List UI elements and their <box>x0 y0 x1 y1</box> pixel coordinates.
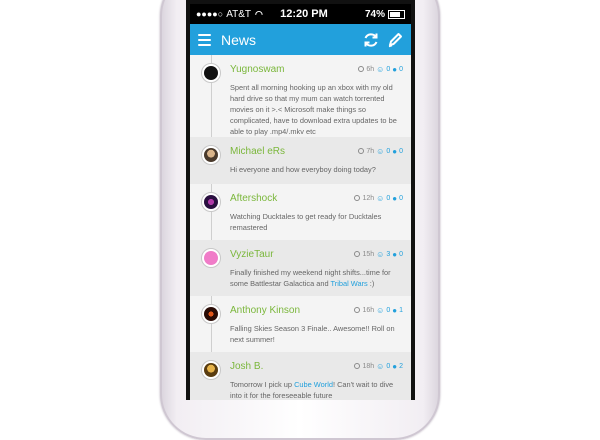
comment-count: 0 <box>399 250 403 258</box>
comment-icon[interactable]: ● <box>392 306 397 315</box>
signal-icon: ●●●●○ <box>196 9 224 19</box>
battery-percent: 74% <box>364 8 385 20</box>
comment-icon[interactable]: ● <box>392 362 397 371</box>
clock-icon <box>354 195 361 201</box>
post-meta: 18h ☺ 0 ● 2 <box>354 362 403 371</box>
avatar[interactable] <box>201 192 221 212</box>
pencil-icon[interactable] <box>387 32 403 48</box>
news-feed: Yugnoswam 6h ☺ 0 ● 0 Spent all morning h… <box>190 55 411 400</box>
comment-count: 2 <box>399 362 403 370</box>
smiley-icon[interactable]: ☺ <box>376 306 384 315</box>
smiley-icon[interactable]: ☺ <box>376 250 384 259</box>
post-username[interactable]: Michael eRs <box>230 146 358 157</box>
tribal-wars-link[interactable]: Tribal Wars <box>331 279 368 288</box>
post-meta: 15h ☺ 3 ● 0 <box>354 250 403 259</box>
post-meta: 16h ☺ 0 ● 1 <box>354 306 403 315</box>
clock-icon <box>354 251 361 257</box>
like-count: 0 <box>386 194 391 202</box>
status-bar: ●●●●○ AT&T ◠ 12:20 PM 74% <box>190 4 411 24</box>
feed-post[interactable]: Josh B. 18h ☺ 0 ● 2 Tomorrow I pick up C… <box>190 352 411 400</box>
comment-count: 0 <box>399 194 403 202</box>
post-time: 7h <box>366 147 375 155</box>
avatar[interactable] <box>201 248 221 268</box>
clock-icon <box>354 307 361 313</box>
like-count: 0 <box>386 362 391 370</box>
post-text: Finally finished my weekend night shifts… <box>230 268 391 288</box>
feed-post[interactable]: Michael eRs 7h ☺ 0 ● 0 Hi everyone and h… <box>190 137 411 184</box>
post-meta: 12h ☺ 0 ● 0 <box>354 194 403 203</box>
clock-icon <box>354 363 361 369</box>
post-meta: 7h ☺ 0 ● 0 <box>358 147 403 156</box>
post-time: 12h <box>362 194 375 202</box>
like-count: 3 <box>386 250 391 258</box>
refresh-icon[interactable] <box>363 32 379 48</box>
post-time: 18h <box>362 362 375 370</box>
post-text: Watching Ducktales to get ready for Duck… <box>230 212 382 232</box>
post-username[interactable]: VyzieTaur <box>230 249 354 260</box>
battery-icon <box>388 9 405 19</box>
clock: 12:20 PM <box>280 8 328 20</box>
avatar[interactable] <box>201 304 221 324</box>
carrier-label: AT&T <box>226 8 252 20</box>
cube-world-link[interactable]: Cube World <box>294 380 333 389</box>
like-count: 0 <box>386 306 391 314</box>
wifi-icon: ◠ <box>255 8 263 19</box>
post-username[interactable]: Yugnoswam <box>230 64 358 75</box>
comment-icon[interactable]: ● <box>392 147 397 156</box>
smiley-icon[interactable]: ☺ <box>376 194 384 203</box>
clock-icon <box>358 66 365 72</box>
post-meta: 6h ☺ 0 ● 0 <box>358 65 403 74</box>
smiley-icon[interactable]: ☺ <box>376 362 384 371</box>
comment-icon[interactable]: ● <box>392 250 397 259</box>
post-time: 15h <box>362 250 375 258</box>
avatar[interactable] <box>201 145 221 165</box>
avatar[interactable] <box>201 63 221 83</box>
post-username[interactable]: Aftershock <box>230 193 354 204</box>
feed-post[interactable]: Aftershock 12h ☺ 0 ● 0 Watching Ducktale… <box>190 184 411 240</box>
hamburger-menu-icon[interactable] <box>198 33 211 46</box>
feed-post[interactable]: VyzieTaur 15h ☺ 3 ● 0 Finally finished m… <box>190 240 411 296</box>
clock-icon <box>358 148 365 154</box>
comment-count: 0 <box>399 65 403 73</box>
smiley-icon[interactable]: ☺ <box>376 147 384 156</box>
feed-post[interactable]: Yugnoswam 6h ☺ 0 ● 0 Spent all morning h… <box>190 55 411 137</box>
avatar[interactable] <box>201 360 221 380</box>
app-screen: ●●●●○ AT&T ◠ 12:20 PM 74% News Yugnoswam <box>190 4 411 400</box>
post-username[interactable]: Josh B. <box>230 361 354 372</box>
post-text: Spent all morning hooking up an xbox wit… <box>230 83 397 136</box>
post-time: 6h <box>366 65 375 73</box>
comment-count: 0 <box>399 147 403 155</box>
nav-bar: News <box>190 24 411 55</box>
post-text: Tomorrow I pick up Cube World! Can't wai… <box>230 380 394 400</box>
post-text: Falling Skies Season 3 Finale.. Awesome!… <box>230 324 395 344</box>
post-text: Hi everyone and how everyboy doing today… <box>230 165 376 174</box>
comment-count: 1 <box>399 306 403 314</box>
like-count: 0 <box>386 147 391 155</box>
post-time: 16h <box>362 306 375 314</box>
feed-post[interactable]: Anthony Kinson 16h ☺ 0 ● 1 Falling Skies… <box>190 296 411 352</box>
comment-icon[interactable]: ● <box>392 65 397 74</box>
comment-icon[interactable]: ● <box>392 194 397 203</box>
post-username[interactable]: Anthony Kinson <box>230 305 354 316</box>
like-count: 0 <box>386 65 391 73</box>
smiley-icon[interactable]: ☺ <box>376 65 384 74</box>
page-title: News <box>221 31 257 48</box>
